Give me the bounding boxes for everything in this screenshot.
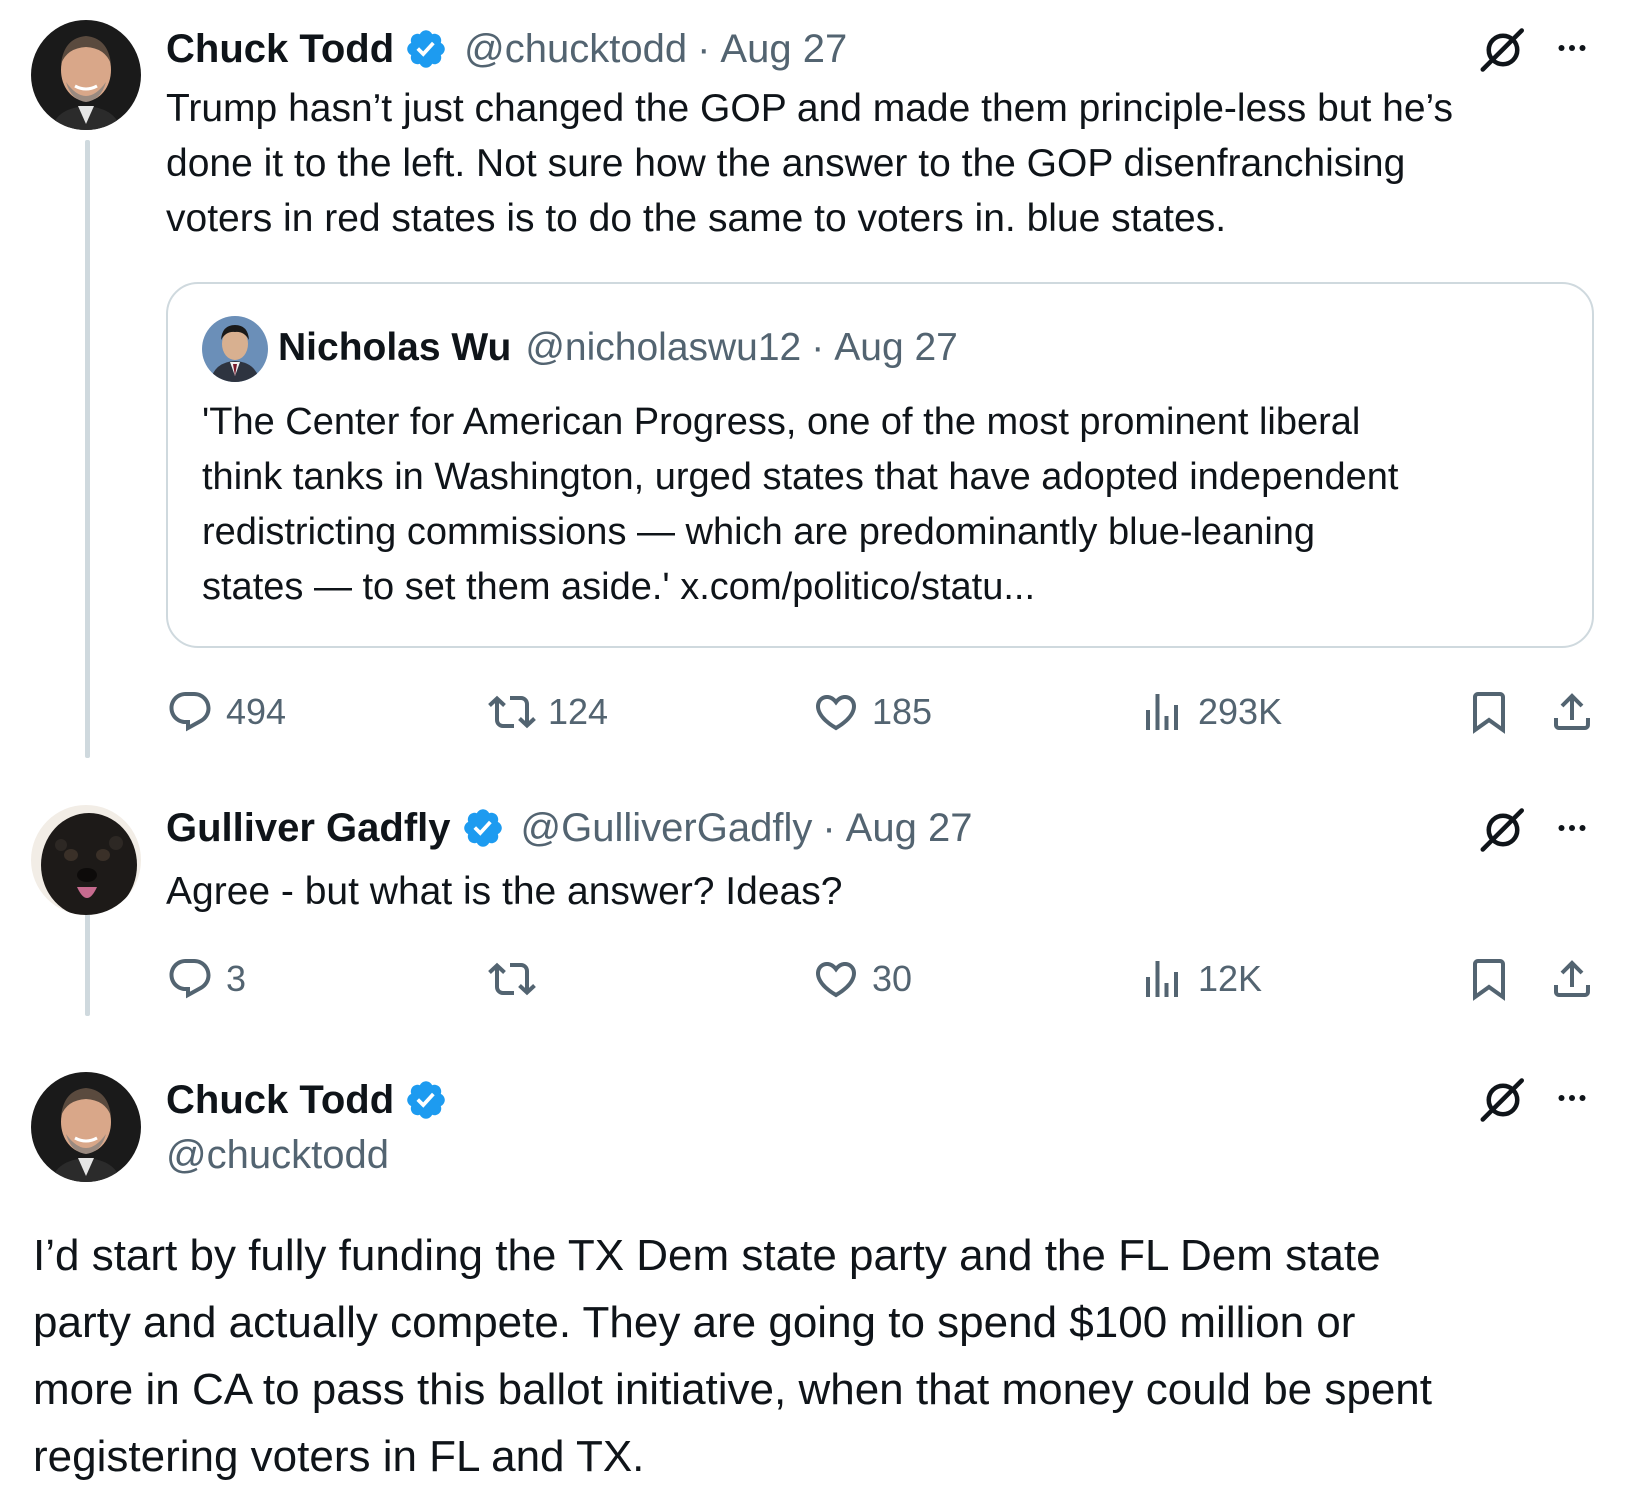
dot-separator: ·: [697, 27, 711, 71]
quote-header: Nicholas Wu @nicholaswu12 · Aug 27: [278, 324, 958, 372]
grok-icon[interactable]: [1478, 26, 1528, 74]
like-count: 30: [872, 958, 913, 999]
quote-text: 'The Center for American Progress, one o…: [202, 395, 1398, 615]
share-button[interactable]: [1548, 955, 1608, 1003]
tweet-2-header: Gulliver Gadfly @GulliverGadfly · Aug 27: [166, 804, 972, 852]
author-handle[interactable]: @chucktodd: [464, 25, 687, 73]
author-name[interactable]: Gulliver Gadfly: [166, 804, 451, 852]
reply-icon: [166, 688, 214, 736]
text-line: 'The Center for American Progress, one o…: [202, 401, 1361, 443]
dot-separator: ·: [822, 806, 836, 850]
repost-icon: [488, 955, 536, 1003]
tweet-3-header: Chuck Todd: [166, 1076, 464, 1124]
share-icon: [1548, 955, 1596, 1003]
quote-date: Aug 27: [834, 326, 958, 369]
quote-author-name: Nicholas Wu: [278, 326, 512, 369]
bookmark-button[interactable]: [1465, 688, 1525, 736]
tweet-3-text: I’d start by fully funding the TX Dem st…: [33, 1222, 1432, 1490]
share-icon: [1548, 688, 1596, 736]
dot-separator: ·: [811, 326, 825, 369]
author-name[interactable]: Chuck Todd: [166, 1076, 394, 1124]
grok-icon[interactable]: [1478, 806, 1528, 854]
text-line: think tanks in Washington, urged states …: [202, 456, 1399, 498]
nicholas-wu-avatar: [202, 316, 268, 382]
reply-count: 3: [226, 958, 247, 999]
reply-button[interactable]: 494: [166, 688, 286, 736]
text-line: I’d start by fully funding the TX Dem st…: [33, 1231, 1381, 1280]
author-handle[interactable]: @chucktodd: [166, 1131, 389, 1179]
tweet-2-text: Agree - but what is the answer? Ideas?: [166, 870, 843, 913]
chuck-todd-avatar[interactable]: [31, 20, 141, 130]
like-count: 185: [872, 691, 933, 732]
reply-icon: [166, 955, 214, 1003]
views-count: 12K: [1198, 958, 1263, 999]
like-icon: [812, 955, 860, 1003]
more-icon[interactable]: [1550, 1080, 1594, 1116]
author-name[interactable]: Chuck Todd: [166, 25, 394, 73]
text-line: redistricting commissions — which are pr…: [202, 511, 1316, 553]
repost-icon: [488, 688, 536, 736]
text-line: party and actually compete. They are goi…: [33, 1298, 1356, 1347]
views-icon: [1138, 688, 1186, 736]
views-button[interactable]: 293K: [1138, 688, 1282, 736]
chuck-todd-avatar[interactable]: [31, 1072, 141, 1182]
tweet-1-header: Chuck Todd @chucktodd · Aug 27: [166, 25, 847, 73]
like-icon: [812, 688, 860, 736]
repost-button[interactable]: [488, 955, 548, 1003]
views-count: 293K: [1198, 691, 1283, 732]
grok-icon[interactable]: [1478, 1076, 1528, 1124]
share-button[interactable]: [1548, 688, 1608, 736]
tweet-date[interactable]: Aug 27: [720, 25, 847, 73]
bookmark-button[interactable]: [1465, 955, 1525, 1003]
text-line: registering voters in FL and TX.: [33, 1432, 645, 1481]
repost-button[interactable]: 124: [488, 688, 608, 736]
text-line: states — to set them aside.' x.com/polit…: [202, 566, 1036, 608]
views-button[interactable]: 12K: [1138, 955, 1262, 1003]
text-line: Trump hasn’t just changed the GOP and ma…: [166, 87, 1453, 130]
verified-badge-icon: [404, 27, 448, 71]
verified-badge-icon: [461, 806, 505, 850]
tweet-3-handle-row: @chucktodd: [166, 1131, 389, 1179]
tweet-1-text: Trump hasn’t just changed the GOP and ma…: [166, 81, 1453, 246]
author-handle[interactable]: @GulliverGadfly: [521, 804, 813, 852]
quoted-tweet-card[interactable]: Nicholas Wu @nicholaswu12 · Aug 27 'The …: [166, 282, 1594, 648]
views-icon: [1138, 955, 1186, 1003]
more-icon[interactable]: [1550, 30, 1594, 66]
more-icon[interactable]: [1550, 810, 1594, 846]
tweet-date[interactable]: Aug 27: [846, 804, 973, 852]
like-button[interactable]: 30: [812, 955, 912, 1003]
verified-badge-icon: [404, 1078, 448, 1122]
thread-line-1: [85, 140, 90, 758]
reply-button[interactable]: 3: [166, 955, 246, 1003]
text-line: voters in red states is to do the same t…: [166, 197, 1227, 240]
like-button[interactable]: 185: [812, 688, 932, 736]
reply-count: 494: [226, 691, 287, 732]
bookmark-icon: [1465, 955, 1513, 1003]
quote-author-handle: @nicholaswu12: [525, 326, 802, 369]
text-line: done it to the left. Not sure how the an…: [166, 142, 1406, 185]
repost-count: 124: [548, 691, 609, 732]
text-line: more in CA to pass this ballot initiativ…: [33, 1365, 1432, 1414]
bookmark-icon: [1465, 688, 1513, 736]
gulliver-gadfly-avatar[interactable]: [31, 805, 141, 915]
